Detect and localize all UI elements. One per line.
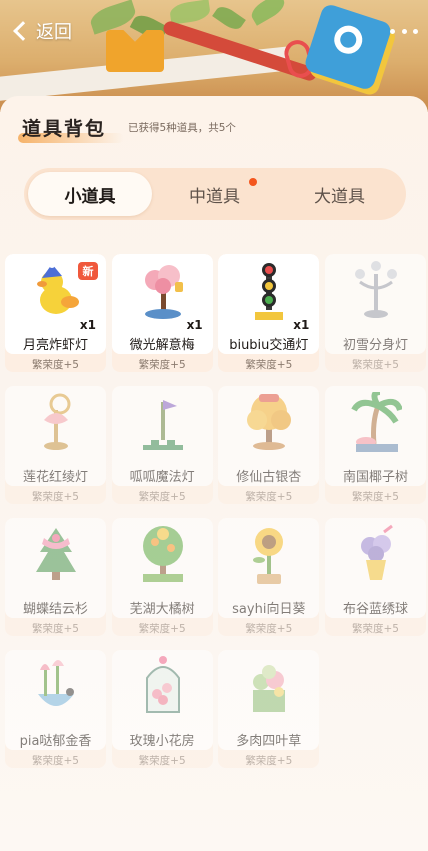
- tulip-icon: [30, 656, 82, 718]
- item-name: 玫瑰小花房: [129, 734, 195, 749]
- orange-tree-icon: [137, 524, 189, 586]
- new-badge: 新: [78, 262, 98, 280]
- tab-small[interactable]: 小道具: [28, 172, 152, 216]
- item-grid: 新 x1 月亮炸虾灯 繁荣度+5 x1 微光解意梅 繁荣度+5 x1 biubiu交通灯 繁荣度+…: [5, 254, 426, 768]
- leaf-decoration: [212, 2, 246, 34]
- item-card[interactable]: sayhi向日葵 繁荣度+5: [218, 518, 320, 636]
- leaf-decoration: [87, 0, 139, 35]
- item-name: 微光解意梅: [129, 338, 195, 353]
- prosperity-value: 繁荣度+5: [32, 491, 79, 503]
- item-name: sayhi向日葵: [232, 602, 306, 617]
- page-title: 道具背包: [22, 118, 107, 140]
- item-name: 呱呱魔法灯: [129, 470, 195, 485]
- item-count: x1: [79, 318, 96, 332]
- item-name: 修仙古银杏: [236, 470, 302, 485]
- magic-lamp-icon: [137, 392, 189, 454]
- item-name: 芜湖大橘树: [129, 602, 195, 617]
- tab-label: 中道具: [189, 186, 240, 207]
- traffic-light-icon: [243, 260, 295, 322]
- leaf-decoration: [247, 0, 289, 26]
- tab-large[interactable]: 大道具: [277, 172, 402, 216]
- inventory-summary: 已获得5种道具，共5个: [128, 122, 236, 134]
- bookmark-tag-decoration: [106, 30, 164, 72]
- chevron-left-icon: [13, 21, 33, 41]
- prosperity-value: 繁荣度+5: [138, 359, 186, 371]
- more-options-button[interactable]: [390, 22, 418, 40]
- category-tabs: 小道具 中道具 大道具: [24, 168, 406, 220]
- tab-label: 小道具: [64, 186, 116, 207]
- item-card[interactable]: 南国椰子树繁荣度+5: [324, 386, 426, 504]
- prosperity-value: 繁荣度+5: [32, 359, 79, 371]
- item-card[interactable]: 玫瑰小花房繁荣度+5: [111, 650, 213, 768]
- item-name: 月亮炸虾灯: [22, 338, 88, 353]
- prosperity-value: 繁荣度+5: [32, 755, 79, 767]
- item-name: 莲花红绫灯: [22, 470, 88, 485]
- item-card[interactable]: 初雪分身灯繁荣度+5: [324, 254, 426, 372]
- item-card[interactable]: 新 x1 月亮炸虾灯繁荣度+5: [5, 254, 106, 372]
- spruce-tree-icon: [30, 524, 82, 586]
- item-card[interactable]: 蝴蝶结云杉繁荣度+5: [5, 518, 106, 636]
- item-card[interactable]: 修仙古银杏繁荣度+5: [218, 386, 320, 504]
- succulent-icon: [243, 656, 295, 718]
- search-notebook-icon: [302, 2, 394, 92]
- prosperity-value: 繁荣度+5: [138, 755, 186, 767]
- item-card[interactable]: 芜湖大橘树繁荣度+5: [111, 518, 213, 636]
- item-name: 布谷蓝绣球: [342, 602, 408, 617]
- item-card[interactable]: 多肉四叶草繁荣度+5: [218, 650, 320, 768]
- item-card[interactable]: x1 微光解意梅繁荣度+5: [111, 254, 213, 372]
- item-name: 蝴蝶结云杉: [22, 602, 88, 617]
- prosperity-value: 繁荣度+5: [245, 491, 293, 503]
- prosperity-value: 繁荣度+5: [245, 755, 293, 767]
- prosperity-value: 繁荣度+5: [245, 359, 293, 371]
- sunflower-icon: [243, 524, 295, 586]
- prosperity-value: 繁荣度+5: [351, 623, 399, 635]
- tab-medium[interactable]: 中道具: [152, 172, 277, 216]
- hydrangea-icon: [350, 524, 402, 586]
- prosperity-value: 繁荣度+5: [138, 491, 186, 503]
- item-name: 初雪分身灯: [342, 338, 408, 353]
- back-label: 返回: [36, 22, 72, 43]
- item-count: x1: [186, 318, 203, 332]
- item-name: biubiu交通灯: [229, 338, 309, 353]
- item-name: pia哒郁金香: [19, 734, 92, 749]
- notification-dot: [249, 178, 257, 186]
- back-button[interactable]: 返回: [10, 16, 72, 46]
- item-name: 南国椰子树: [342, 470, 408, 485]
- more-dot-icon: [390, 28, 395, 34]
- leaf-decoration: [168, 0, 212, 25]
- item-count: x1: [293, 318, 310, 332]
- duck-lamp-icon: [30, 260, 82, 322]
- item-card[interactable]: x1 biubiu交通灯 繁荣度+5: [218, 254, 320, 372]
- prosperity-value: 繁荣度+5: [351, 359, 399, 371]
- lotus-lamp-icon: [30, 392, 82, 454]
- ginkgo-tree-icon: [243, 392, 295, 454]
- item-card[interactable]: 呱呱魔法灯繁荣度+5: [111, 386, 213, 504]
- prosperity-value: 繁荣度+5: [245, 623, 293, 635]
- plum-tree-icon: [137, 260, 189, 322]
- tab-label: 大道具: [314, 186, 365, 207]
- rose-greenhouse-icon: [137, 656, 189, 718]
- candelabra-icon: [350, 260, 402, 322]
- more-dot-icon: [413, 28, 418, 34]
- prosperity-value: 繁荣度+5: [32, 623, 79, 635]
- title-row: 道具背包 已获得5种道具，共5个: [17, 114, 236, 143]
- palm-tree-icon: [350, 389, 403, 454]
- item-card[interactable]: 布谷蓝绣球繁荣度+5: [324, 518, 426, 636]
- item-card[interactable]: 莲花红绫灯繁荣度+5: [5, 386, 106, 504]
- item-name: 多肉四叶草: [236, 734, 302, 749]
- prosperity-value: 繁荣度+5: [351, 491, 399, 503]
- inventory-panel: 道具背包 已获得5种道具，共5个 小道具 中道具 大道具 新 x1 月亮炸虾灯繁荣度+5…: [0, 96, 428, 851]
- item-card[interactable]: pia哒郁金香 繁荣度+5: [5, 650, 106, 768]
- more-dot-icon: [401, 28, 407, 34]
- prosperity-value: 繁荣度+5: [138, 623, 186, 635]
